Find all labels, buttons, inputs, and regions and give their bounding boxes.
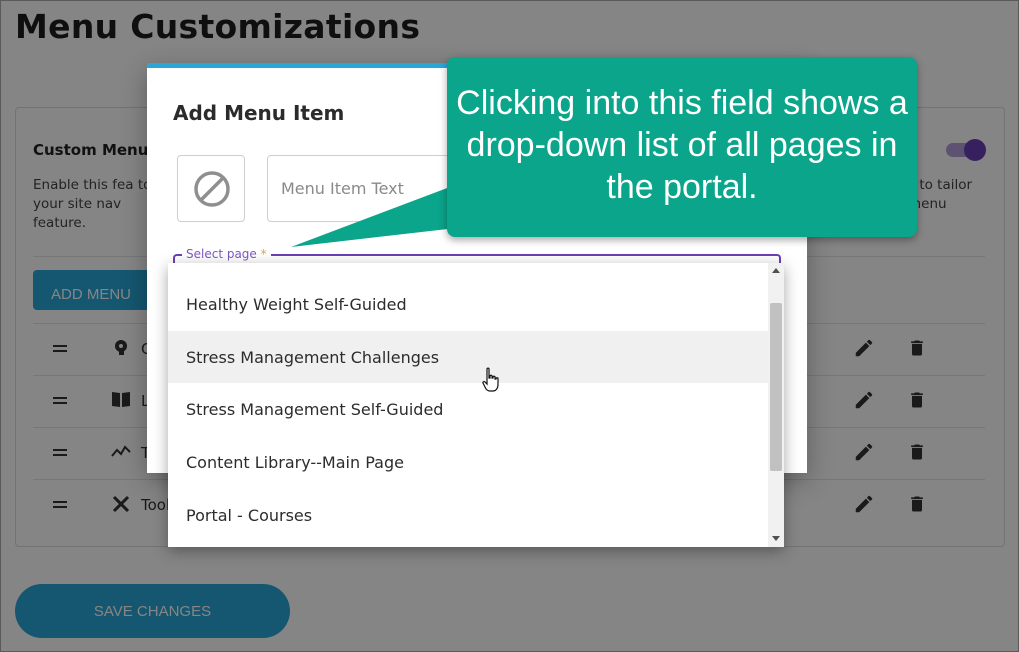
screenshot-frame: Menu Customizations Custom Menu Enable t…	[0, 0, 1019, 652]
callout-annotation: Clicking into this field shows a drop-do…	[447, 57, 917, 237]
